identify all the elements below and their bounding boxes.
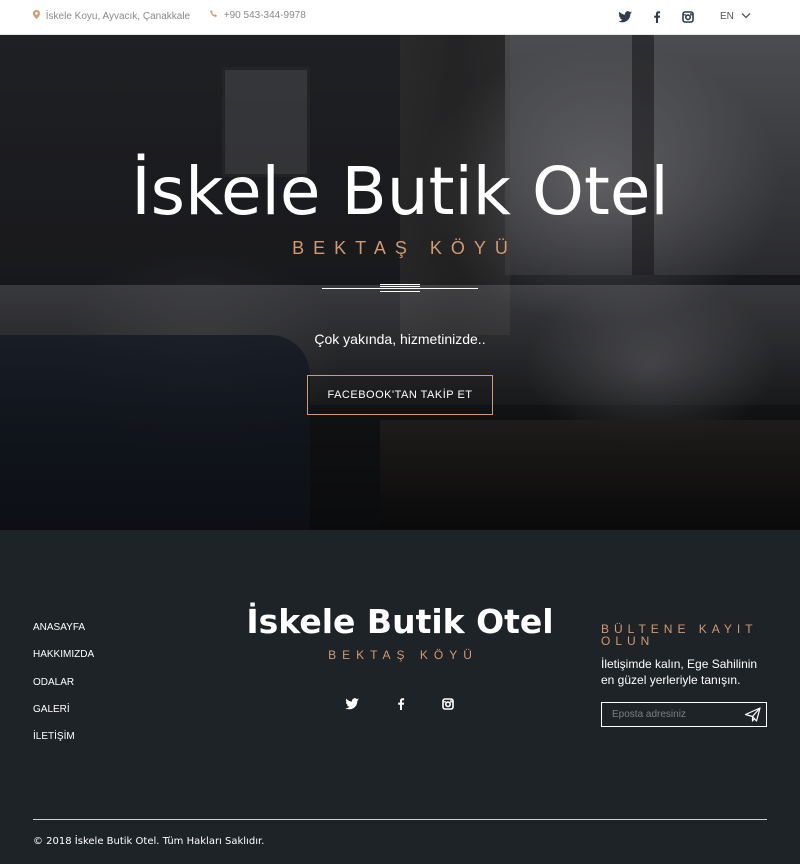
footer-nav: ANASAYFA HAKKIMIZDA ODALAR GALERİ İLETİŞ… <box>33 622 94 758</box>
address-text: İskele Koyu, Ayvacık, Çanakkale <box>45 11 191 22</box>
hero-overlay <box>0 35 800 530</box>
footer-nav-gallery[interactable]: GALERİ <box>33 704 94 731</box>
footer-nav-rooms[interactable]: ODALAR <box>33 677 94 704</box>
language-label: EN <box>720 11 734 22</box>
phone-icon <box>210 10 221 21</box>
phone-text[interactable]: +90 543-344-9978 <box>224 10 306 21</box>
twitter-icon[interactable] <box>344 696 360 712</box>
address-info: İskele Koyu, Ayvacık, Çanakkale <box>33 10 190 22</box>
language-selector[interactable]: EN <box>720 11 751 22</box>
copyright-text: © 2018 İskele Butik Otel. Tüm Hakları Sa… <box>33 836 265 847</box>
instagram-icon[interactable] <box>440 696 456 712</box>
facebook-follow-button[interactable]: FACEBOOK'TAN TAKİP ET <box>307 375 493 415</box>
hero-section: İskele Butik Otel BEKTAŞ KÖYÜ Çok yakınd… <box>0 35 800 530</box>
newsletter-form <box>601 702 767 727</box>
facebook-icon[interactable] <box>393 696 409 712</box>
map-pin-icon <box>33 10 43 22</box>
newsletter-text: İletişimde kalın, Ege Sahilinin en güzel… <box>601 657 758 687</box>
send-icon[interactable] <box>744 706 762 723</box>
facebook-icon[interactable] <box>649 9 665 25</box>
top-bar: İskele Koyu, Ayvacık, Çanakkale +90 543-… <box>0 0 800 35</box>
footer: ANASAYFA HAKKIMIZDA ODALAR GALERİ İLETİŞ… <box>0 530 800 864</box>
email-input[interactable] <box>602 703 738 726</box>
newsletter-heading: BÜLTENE KAYIT OLUN <box>601 622 758 648</box>
twitter-icon[interactable] <box>617 9 633 25</box>
hero-divider <box>322 284 478 296</box>
footer-nav-contact[interactable]: İLETİŞİM <box>33 731 94 758</box>
hero-tagline: Çok yakında, hizmetinizde.. <box>314 331 486 347</box>
instagram-icon[interactable] <box>680 9 696 25</box>
phone-info[interactable]: +90 543-344-9978 <box>210 10 306 21</box>
hero-subtitle: BEKTAŞ KÖYÜ <box>292 238 517 258</box>
chevron-down-icon <box>737 11 751 22</box>
footer-divider <box>33 819 767 820</box>
hero-title: İskele Butik Otel <box>131 153 669 230</box>
